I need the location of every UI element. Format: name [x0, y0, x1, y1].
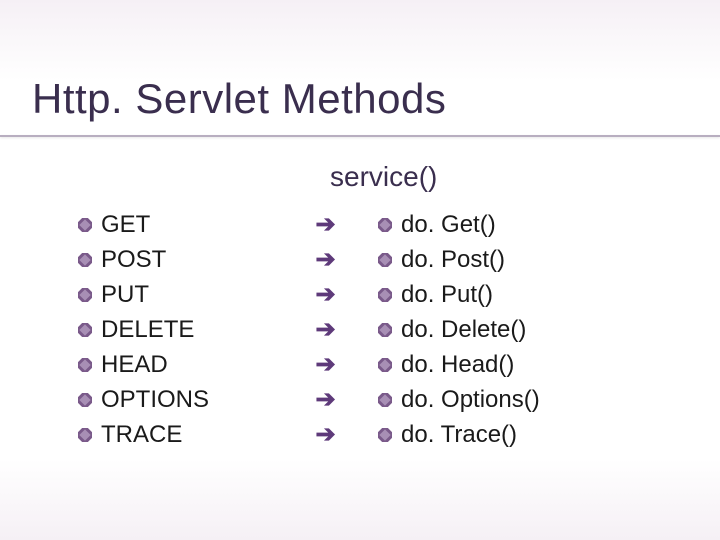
diamond-bullet-icon [78, 393, 92, 407]
handler-label: do. Trace() [401, 421, 517, 449]
http-method-item: POST [78, 242, 273, 277]
handlers-column: do. Get() do. Post() do. Put() do. Delete()… [378, 207, 638, 452]
http-method-item: DELETE [78, 312, 273, 347]
http-method-item: HEAD [78, 347, 273, 382]
http-method-label: TRACE [101, 421, 182, 449]
arrow-right-icon: ➔ [315, 350, 335, 379]
diamond-bullet-icon [78, 428, 92, 442]
http-method-item: TRACE [78, 417, 273, 452]
http-method-item: PUT [78, 277, 273, 312]
handler-item: do. Trace() [378, 417, 638, 452]
arrow-item: ➔ [315, 242, 335, 277]
diamond-bullet-icon [378, 358, 392, 372]
arrow-right-icon: ➔ [315, 280, 335, 309]
diamond-bullet-icon [78, 323, 92, 337]
handler-item: do. Get() [378, 207, 638, 242]
http-method-label: DELETE [101, 316, 194, 344]
arrow-right-icon: ➔ [315, 245, 335, 274]
http-methods-column: GET POST PUT DELETE HEAD OPTIONS TRACE [78, 207, 273, 452]
http-method-label: OPTIONS [101, 386, 209, 414]
subtitle: service() [0, 161, 720, 193]
handler-item: do. Delete() [378, 312, 638, 347]
diamond-bullet-icon [78, 358, 92, 372]
arrow-right-icon: ➔ [315, 210, 335, 239]
arrow-right-icon: ➔ [315, 385, 335, 414]
http-method-item: OPTIONS [78, 382, 273, 417]
diamond-bullet-icon [378, 253, 392, 267]
handler-item: do. Post() [378, 242, 638, 277]
diamond-bullet-icon [378, 288, 392, 302]
diamond-bullet-icon [78, 288, 92, 302]
page-title: Http. Servlet Methods [0, 0, 720, 131]
content-grid: GETPOSTPUTDELETEHEADOPTIONSTRACE ➔➔➔➔➔➔➔… [0, 207, 720, 452]
http-method-label: POST [101, 246, 166, 274]
diamond-bullet-icon [378, 323, 392, 337]
http-method-label: GET [101, 211, 150, 239]
handler-item: do. Put() [378, 277, 638, 312]
arrow-item: ➔ [315, 312, 335, 347]
arrow-right-icon: ➔ [315, 420, 335, 449]
handler-item: do. Options() [378, 382, 638, 417]
http-method-item: GET [78, 207, 273, 242]
title-underline [0, 135, 720, 137]
http-method-label: PUT [101, 281, 149, 309]
diamond-bullet-icon [378, 393, 392, 407]
handler-label: do. Options() [401, 386, 540, 414]
arrow-item: ➔ [315, 277, 335, 312]
diamond-bullet-icon [78, 253, 92, 267]
diamond-bullet-icon [378, 428, 392, 442]
handler-label: do. Put() [401, 281, 493, 309]
diamond-bullet-icon [378, 218, 392, 232]
handler-label: do. Head() [401, 351, 514, 379]
diamond-bullet-icon [78, 218, 92, 232]
handler-item: do. Head() [378, 347, 638, 382]
arrows-column: ➔ ➔ ➔ ➔ ➔ ➔ ➔ [273, 207, 378, 452]
arrow-item: ➔ [315, 382, 335, 417]
handler-label: do. Post() [401, 246, 505, 274]
arrow-item: ➔ [315, 347, 335, 382]
arrow-right-icon: ➔ [315, 315, 335, 344]
handler-label: do. Get() [401, 211, 496, 239]
arrow-item: ➔ [315, 417, 335, 452]
handler-label: do. Delete() [401, 316, 526, 344]
arrow-item: ➔ [315, 207, 335, 242]
http-method-label: HEAD [101, 351, 168, 379]
